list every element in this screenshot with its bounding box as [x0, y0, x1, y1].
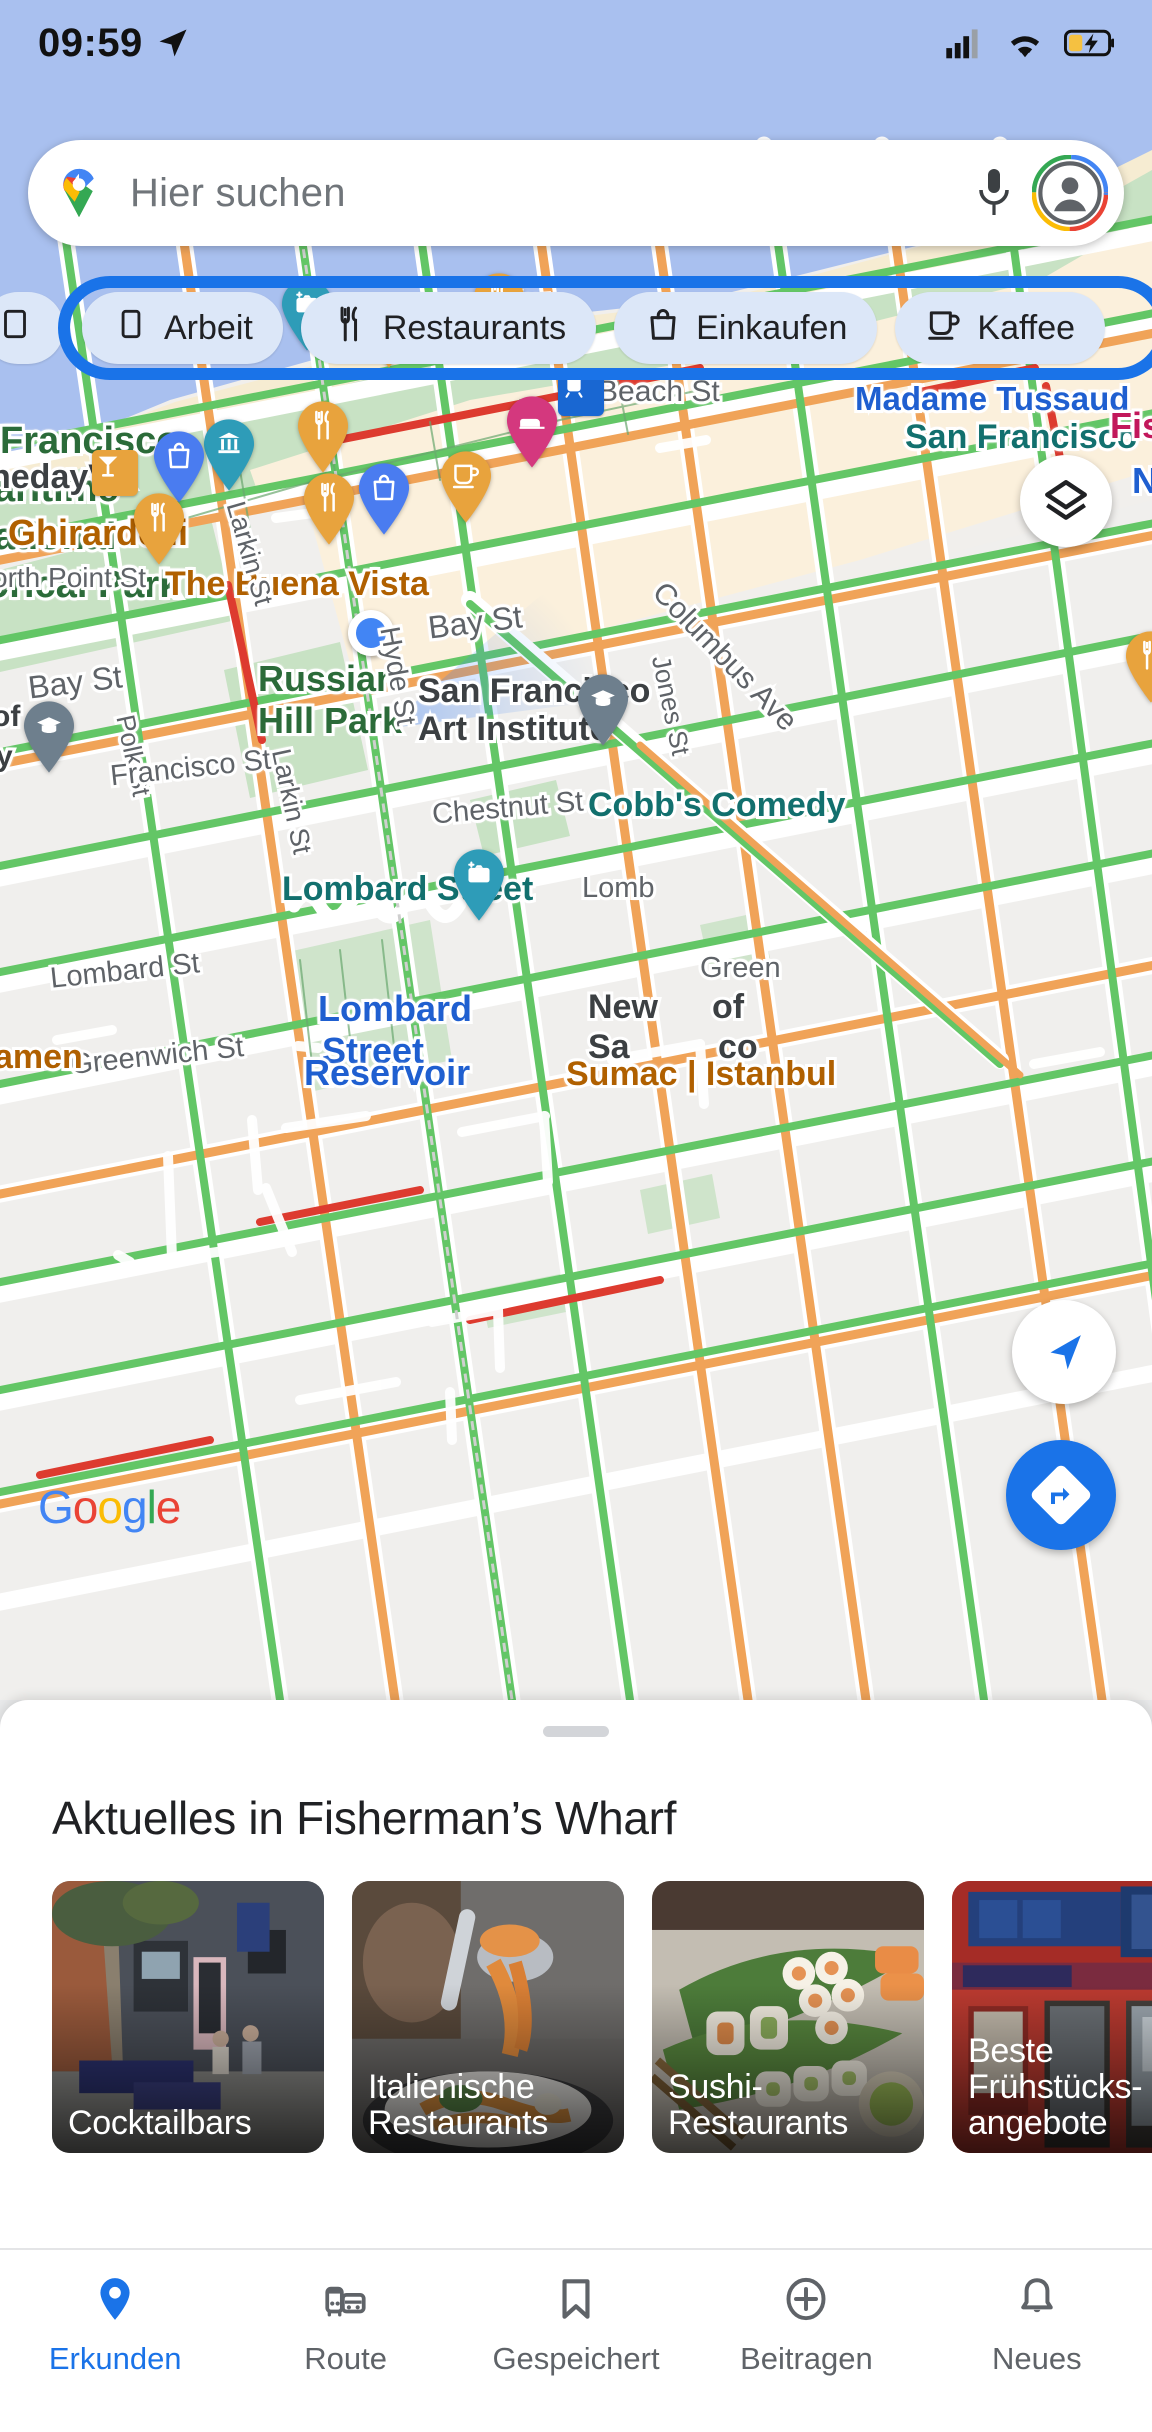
battery-charging-icon	[1064, 29, 1114, 57]
directions-turn-right-icon	[1031, 1465, 1091, 1525]
status-bar-clock: 09:59	[38, 20, 143, 65]
explore-card[interactable]: Sushi- Restaurants	[652, 1881, 924, 2153]
coffee-cup-icon	[928, 310, 961, 340]
plus-circle-icon	[781, 2274, 831, 2329]
nav-item-label: Erkunden	[48, 2341, 182, 2376]
status-bar: 09:59	[0, 0, 1152, 86]
nav-item-erkunden[interactable]: Erkunden	[0, 2274, 230, 2377]
nav-item-neues[interactable]: Neues	[922, 2274, 1152, 2377]
chip-label: Kaffee	[977, 308, 1076, 347]
search-input[interactable]: Hier suchen	[130, 171, 970, 216]
google-maps-pin-icon	[63, 168, 94, 218]
map-vector-layer	[0, 0, 1152, 1700]
sheet-drag-handle[interactable]	[543, 1726, 609, 1737]
recenter-location-button[interactable]	[1012, 1300, 1116, 1404]
wifi-icon	[1010, 36, 1040, 58]
nav-item-label: Gespeichert	[492, 2341, 660, 2376]
nav-item-label: Beitragen	[740, 2341, 873, 2376]
google-watermark: Google	[38, 1481, 181, 1533]
map-pin-icon	[100, 2278, 130, 2320]
chip-label: Restaurants	[382, 308, 567, 347]
map-pin-bar-cocktail[interactable]	[92, 450, 138, 496]
bookmark-icon	[562, 2279, 590, 2319]
nav-item-route[interactable]: Route	[230, 2274, 460, 2377]
bookmark-icon	[551, 2274, 601, 2329]
map-layers-icon	[1045, 480, 1087, 520]
map-pin-tram-station[interactable]	[558, 370, 604, 416]
navigation-arrow-icon	[159, 29, 187, 57]
bell-icon	[1021, 2278, 1053, 2313]
restaurant-fork-knife-icon	[340, 306, 357, 341]
explore-card[interactable]: Beste Frühstücks-angebote	[952, 1881, 1152, 2153]
shopping-bag-icon	[650, 308, 676, 340]
explore-card[interactable]: Italienische Restaurants	[352, 1881, 624, 2153]
chip-restaurants[interactable]: Restaurants	[300, 292, 597, 364]
work-building-icon	[121, 309, 141, 338]
current-location-dot	[348, 610, 394, 656]
bell-icon	[1012, 2274, 1062, 2329]
coffee-cup-icon	[925, 305, 963, 352]
navigation-arrow-icon	[1050, 1335, 1081, 1370]
explore-cards-carousel[interactable]: Cocktailbars Italienische Restaurants Sushi…	[0, 1845, 1152, 2153]
bar-cocktail-icon	[98, 456, 118, 477]
work-briefcase-icon	[4, 309, 26, 338]
card-caption: Cocktailbars	[68, 2103, 252, 2142]
explore-card[interactable]: Cocktailbars	[52, 1881, 324, 2153]
chip-kaffee[interactable]: Kaffee	[895, 292, 1106, 364]
page-title: Aktuelles in Fisherman’s Wharf	[52, 1792, 677, 1844]
cellular-signal-icon	[946, 29, 978, 59]
nav-item-label: Neues	[992, 2341, 1082, 2376]
nav-item-beitragen[interactable]: Beitragen	[691, 2274, 921, 2377]
shopping-bag-icon	[644, 305, 682, 352]
chip-einkaufen[interactable]: Einkaufen	[614, 292, 878, 364]
bottom-navigation-bar[interactable]: Erkunden Route Gespeichert Beitragen Neues	[0, 2248, 1152, 2432]
google-maps-app: Francisco aritime ational orical Park The Bu…	[0, 0, 1152, 2432]
directions-car-icon	[321, 2274, 371, 2329]
chip-label: Einkaufen	[696, 308, 848, 347]
nav-item-label: Route	[304, 2341, 387, 2376]
nav-item-gespeichert[interactable]: Gespeichert	[461, 2274, 691, 2377]
card-caption: Beste Frühstücks-angebote	[968, 2031, 1143, 2142]
map-layers-button[interactable]	[1020, 455, 1112, 547]
microphone-icon[interactable]	[970, 165, 1018, 221]
card-caption: Sushi- Restaurants	[668, 2067, 849, 2142]
directions-button[interactable]	[1006, 1440, 1116, 1550]
chip-partial-0[interactable]	[0, 292, 64, 364]
directions-car-icon	[324, 2286, 366, 2317]
map-pin-icon	[90, 2274, 140, 2329]
category-chips-row[interactable]: Arbeit Restaurants Einkaufen Kaffee	[0, 280, 1152, 376]
chip-label: Arbeit	[164, 308, 253, 347]
map-canvas[interactable]: Francisco aritime ational orical Park The Bu…	[0, 0, 1152, 1700]
plus-circle-icon	[786, 2277, 826, 2321]
restaurant-fork-knife-icon	[331, 305, 369, 352]
search-bar[interactable]: Hier suchen	[28, 140, 1124, 246]
avatar[interactable]	[1032, 155, 1108, 231]
work-briefcase-icon	[0, 305, 34, 352]
work-building-icon	[112, 305, 150, 352]
card-caption: Italienische Restaurants	[368, 2067, 549, 2142]
chip-arbeit[interactable]: Arbeit	[82, 292, 283, 364]
